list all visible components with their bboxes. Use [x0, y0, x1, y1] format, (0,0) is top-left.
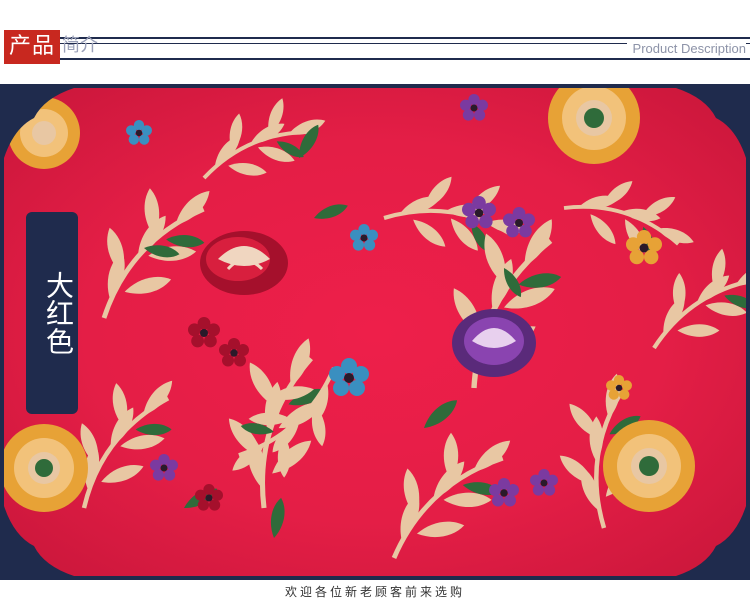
color-label-tag: 大红色 [26, 212, 78, 414]
header: 产品 简介 Product Description [0, 0, 750, 84]
title-subtitle: 简介 [62, 35, 98, 56]
peony-icon [452, 309, 536, 377]
footer-tagline: 欢迎各位新老顾客前来选购 [0, 580, 750, 601]
color-label-text: 大红色 [42, 271, 75, 355]
peony-icon [200, 231, 288, 295]
english-subtitle: Product Description [626, 40, 746, 58]
fabric-pattern [4, 88, 746, 576]
brocade-pattern-svg [4, 88, 746, 576]
product-image-frame [0, 84, 750, 580]
title-badge: 产品 [4, 30, 60, 64]
